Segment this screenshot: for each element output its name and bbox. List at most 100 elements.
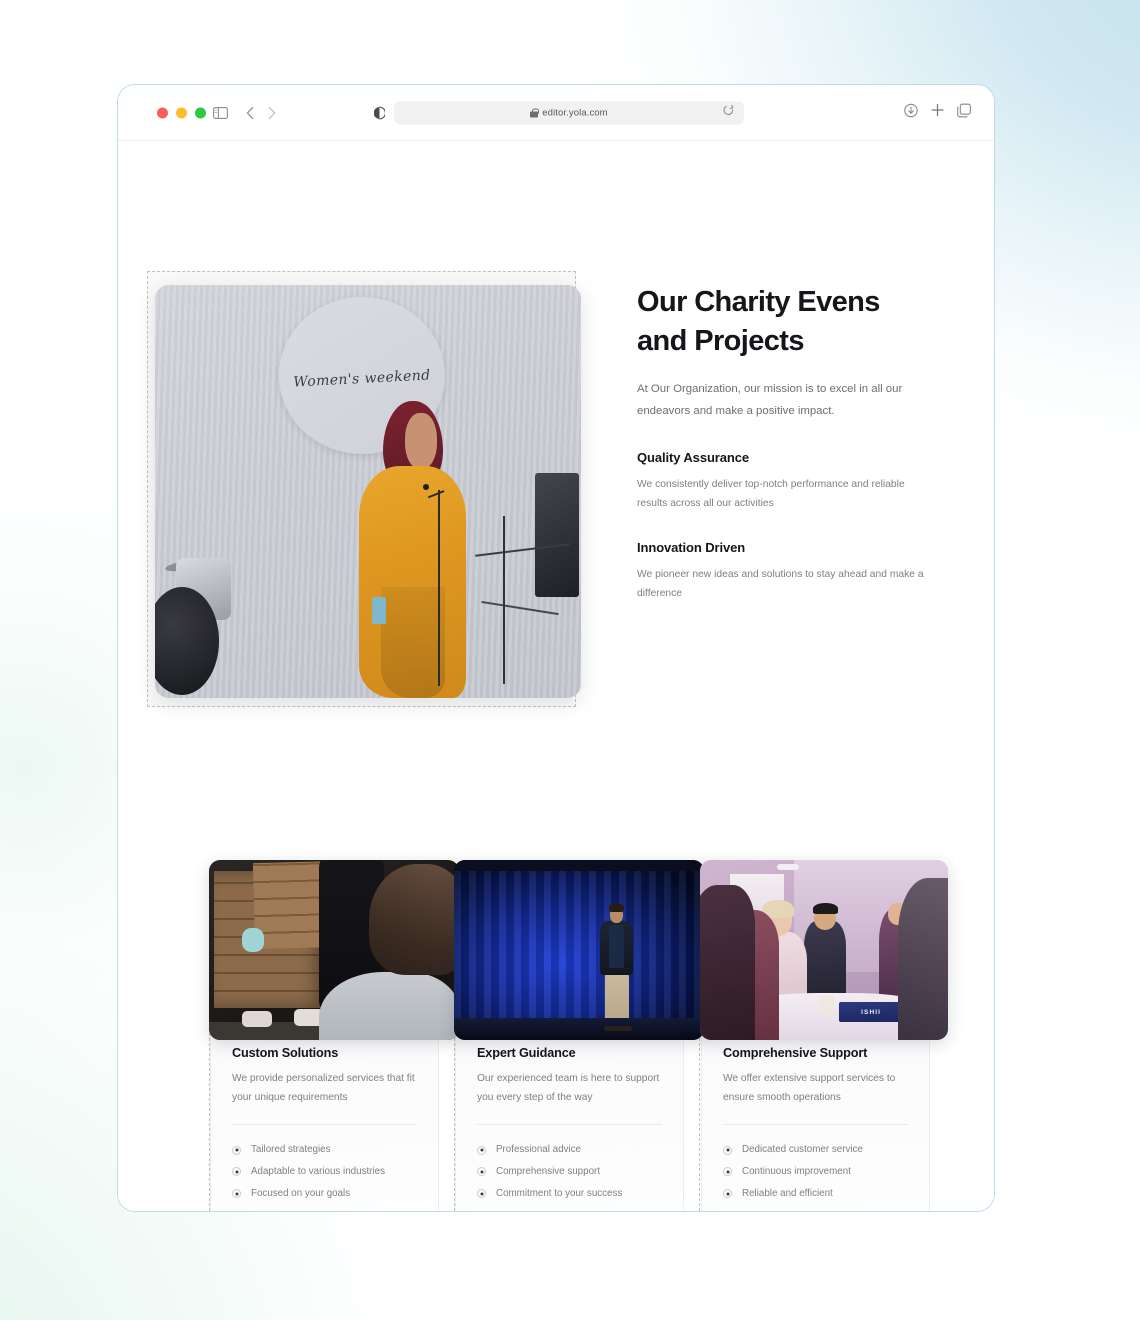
hero-image[interactable]: Women's weekend <box>155 285 581 698</box>
bullet-dot-icon <box>477 1145 486 1155</box>
attendee-suit-body <box>804 921 847 1004</box>
speaker-hair <box>609 903 624 913</box>
list-item-label: Commitment to your success <box>496 1187 623 1199</box>
minimize-window-button[interactable] <box>176 107 187 118</box>
card-title: Comprehensive Support <box>723 1046 868 1060</box>
drum-kit <box>155 525 274 698</box>
person-face <box>405 412 438 469</box>
back-arrow-icon[interactable] <box>246 106 254 119</box>
stand-pole <box>503 515 506 684</box>
card-image[interactable]: ISHII <box>700 860 948 1040</box>
close-window-button[interactable] <box>157 107 168 118</box>
list-item: Focused on your goals <box>232 1183 417 1205</box>
sidebar-toggle-icon[interactable] <box>213 106 228 119</box>
conference-table-photo: ISHII <box>700 860 948 1040</box>
page-root: editor.yola.com Women's weekend Our Char… <box>0 0 1140 1320</box>
stage-equipment <box>470 458 581 698</box>
card-bullet-list: Professional advice Comprehensive suppor… <box>477 1139 662 1204</box>
bullet-dot-icon <box>232 1145 241 1155</box>
name-placard: ISHII <box>838 1002 904 1022</box>
person-dress <box>359 466 466 698</box>
list-item-label: Adaptable to various industries <box>251 1165 385 1177</box>
toolbar-right-actions <box>904 103 971 122</box>
list-item-label: Continuous improvement <box>742 1165 851 1177</box>
speaker-shirt <box>609 924 624 968</box>
feature-card[interactable]: ISHII Comprehensive Support We offer ext… <box>700 860 948 1211</box>
browser-toolbar: editor.yola.com <box>118 85 994 141</box>
blue-curtain <box>454 867 704 1022</box>
card-description: Our experienced team is here to support … <box>477 1073 660 1103</box>
coffee-cup <box>819 995 834 1015</box>
divider <box>723 1124 908 1126</box>
feature-card[interactable]: Expert Guidance Our experienced team is … <box>454 860 704 1211</box>
list-item-label: Tailored strategies <box>251 1144 331 1156</box>
card-body: Custom Solutions We provide personalized… <box>211 1046 438 1211</box>
card-bullet-list: Dedicated customer service Continuous im… <box>723 1139 908 1204</box>
feature-innovation-driven: Innovation Driven We pioneer new ideas a… <box>637 540 937 603</box>
page-title: Our Charity Evens and Projects <box>637 286 880 357</box>
bullet-dot-icon <box>477 1189 486 1199</box>
card-bullet-list: Tailored strategies Adaptable to various… <box>232 1139 417 1204</box>
list-item: Comprehensive support <box>477 1161 662 1183</box>
card-title: Custom Solutions <box>232 1046 339 1060</box>
list-item: Adaptable to various industries <box>232 1161 417 1183</box>
divider <box>232 1124 417 1126</box>
volunteers-boxes-photo <box>209 860 459 1040</box>
browser-window: editor.yola.com Women's weekend Our Char… <box>117 84 995 1212</box>
tab-overview-icon[interactable] <box>957 103 971 122</box>
list-item-label: Dedicated customer service <box>742 1144 863 1156</box>
speaker-box <box>534 472 579 598</box>
ceiling-bar <box>454 860 704 871</box>
feature-title: Innovation Driven <box>637 540 746 556</box>
plus-icon[interactable] <box>931 103 944 122</box>
handheld-phone <box>372 596 387 624</box>
bullet-dot-icon <box>723 1167 732 1177</box>
placard-text: ISHII <box>861 1008 882 1016</box>
reload-icon[interactable] <box>723 104 734 122</box>
card-body: Expert Guidance Our experienced team is … <box>456 1046 683 1211</box>
feature-quality-assurance: Quality Assurance We consistently delive… <box>637 450 937 513</box>
list-item-label: Focused on your goals <box>251 1187 351 1199</box>
list-item-label: Professional advice <box>496 1144 581 1156</box>
list-item: Tailored strategies <box>232 1139 417 1161</box>
feature-card[interactable]: Custom Solutions We provide personalized… <box>209 860 459 1211</box>
list-item: Dedicated customer service <box>723 1139 908 1161</box>
divider <box>477 1124 662 1126</box>
foreground-attendee-dark <box>700 885 755 1040</box>
hero-subheading: At Our Organization, our mission is to e… <box>637 382 903 417</box>
list-item: Professional advice <box>477 1139 662 1161</box>
lock-icon <box>530 108 539 117</box>
shoe <box>241 1011 272 1028</box>
card-body: Comprehensive Support We offer extensive… <box>702 1046 929 1211</box>
card-image[interactable] <box>209 860 459 1040</box>
card-description: We provide personalized services that fi… <box>232 1073 415 1103</box>
card-description: We offer extensive support services to e… <box>723 1073 896 1103</box>
forward-arrow-icon[interactable] <box>268 106 276 119</box>
website-canvas: Women's weekend Our Charity Evens and Pr… <box>118 141 994 1211</box>
reader-view-icon[interactable] <box>374 106 385 119</box>
stage-floor <box>454 1018 704 1040</box>
ceiling-lamp <box>776 863 800 870</box>
address-bar[interactable]: editor.yola.com <box>394 101 744 124</box>
list-item: Reliable and efficient <box>723 1183 908 1205</box>
window-traffic-lights <box>157 107 206 118</box>
bullet-dot-icon <box>723 1189 732 1199</box>
bullet-dot-icon <box>232 1189 241 1199</box>
maximize-window-button[interactable] <box>195 107 206 118</box>
card-image[interactable] <box>454 860 704 1040</box>
feature-description: We consistently deliver top-notch perfor… <box>637 479 905 510</box>
hero-sign-text: Women's weekend <box>292 367 431 391</box>
card-title: Expert Guidance <box>477 1046 576 1060</box>
attendee-suit-hair <box>812 903 838 914</box>
speaker-person <box>359 400 466 698</box>
hero-photo: Women's weekend <box>155 285 581 698</box>
list-item: Continuous improvement <box>723 1161 908 1183</box>
hero-text-column: Our Charity Evens and Projects At Our Or… <box>637 283 937 603</box>
download-icon[interactable] <box>904 103 918 122</box>
bullet-dot-icon <box>232 1167 241 1177</box>
bullet-dot-icon <box>477 1167 486 1177</box>
microphone-stand <box>438 489 441 687</box>
foreground-attendee-right <box>898 878 948 1040</box>
dress-fold <box>380 586 445 698</box>
bullet-dot-icon <box>723 1145 732 1155</box>
